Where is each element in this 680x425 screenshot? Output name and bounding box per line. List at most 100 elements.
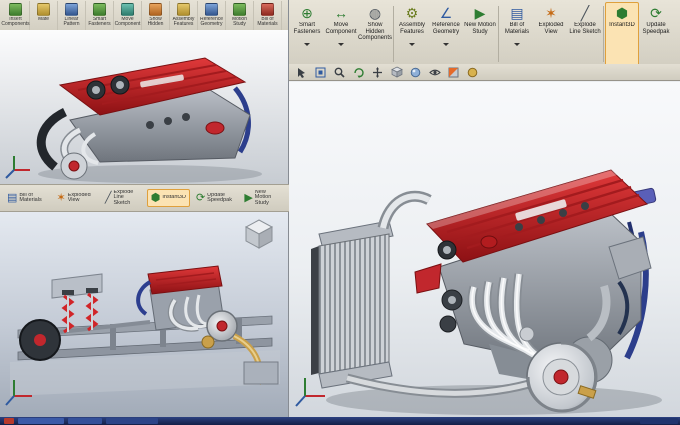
- explode-line-sketch-icon: ╱: [580, 5, 590, 21]
- engine-model-iso-view: [295, 169, 662, 415]
- toolbar-button-mate[interactable]: Mate: [30, 1, 58, 31]
- rotate-view-button[interactable]: [350, 65, 367, 80]
- bill-of-materials-icon: ▤: [510, 5, 524, 21]
- section-icon: [448, 67, 459, 77]
- dropdown-caret-icon: [338, 43, 344, 46]
- toolbar-button-insert-components[interactable]: Insert Components: [1, 1, 30, 31]
- pointer-icon: [298, 67, 305, 78]
- viewport-main[interactable]: [289, 82, 680, 417]
- exploded-view-icon: ✶: [56, 192, 66, 204]
- pan-icon: [373, 66, 382, 78]
- linear-pattern-icon: [65, 3, 78, 16]
- toolbar-separator: [603, 6, 604, 62]
- strip-button-explode-line-sketch[interactable]: ╱ Explode Line Sketch: [101, 187, 145, 210]
- reference-geometry-icon: [205, 3, 218, 16]
- instant3d-icon: ⬢: [615, 5, 629, 21]
- move-component-icon: ↔: [334, 5, 348, 21]
- magnifier-icon: [334, 67, 345, 78]
- view-toolbar: [289, 64, 680, 81]
- engine-model-front-view: [5, 57, 262, 183]
- cm-button-exploded-view[interactable]: ✶ Exploded View: [534, 2, 568, 66]
- view-cube: [244, 219, 274, 249]
- dropdown-caret-icon: [304, 43, 310, 46]
- smart-fasteners-icon: [93, 3, 106, 16]
- toolbar-separator: [393, 6, 394, 62]
- cm-button-smart-fasteners[interactable]: ⊕ Smart Fasteners: [290, 2, 324, 66]
- hide-show-items-button[interactable]: [426, 65, 443, 80]
- cm-button-assembly-features[interactable]: ⚙ Assembly Features: [395, 2, 429, 66]
- dropdown-caret-icon: [514, 43, 520, 46]
- move-component-icon: [121, 3, 134, 16]
- orientation-triad: [5, 156, 30, 179]
- cm-button-show-hidden-components[interactable]: ◍ Show Hidden Components: [358, 2, 392, 66]
- zoom-fit-icon: [315, 67, 326, 77]
- appearance-button[interactable]: [464, 65, 481, 80]
- bill-of-materials-icon: ▤: [7, 192, 18, 204]
- toolbar-button-reference-geometry[interactable]: Reference Geometry: [198, 1, 226, 31]
- toolbar-button-linear-pattern[interactable]: Linear Pattern: [58, 1, 86, 31]
- dropdown-caret-icon: [443, 43, 449, 46]
- show-hidden-icon: [149, 3, 162, 16]
- taskbar-clock: [640, 418, 678, 424]
- bill-of-materials-icon: [261, 3, 274, 16]
- toolbar-top-left: Insert Components Mate Linear Pattern Sm…: [0, 0, 288, 33]
- toolbar-button-bill-of-materials[interactable]: Bill of Materials: [254, 1, 282, 31]
- taskbar-item[interactable]: [68, 418, 102, 424]
- pane-main: ⊕ Smart Fasteners ↔ Move Component ◍ Sho…: [289, 0, 680, 417]
- start-button[interactable]: [4, 418, 14, 424]
- motion-study-icon: [233, 3, 246, 16]
- color-ball-icon: [467, 67, 478, 77]
- pane-bottom-left[interactable]: [0, 212, 289, 417]
- strip-button-exploded-view[interactable]: ✶ Exploded View: [52, 189, 98, 207]
- toolbar-button-motion-study[interactable]: Motion Study: [226, 1, 254, 31]
- cm-button-explode-line-sketch[interactable]: ╱ Explode Line Sketch: [568, 2, 602, 66]
- exploded-view-icon: ✶: [545, 5, 557, 21]
- strip-button-new-motion-study[interactable]: ▶ New Motion Study: [240, 187, 286, 210]
- strip-button-instant3d[interactable]: ⬢ Instant3D: [146, 189, 190, 207]
- chassis-model-side-view: [5, 219, 280, 406]
- toolbar-button-show-hidden[interactable]: Show Hidden: [142, 1, 170, 31]
- select-pointer-button[interactable]: [293, 65, 310, 80]
- display-style-button[interactable]: [407, 65, 424, 80]
- shaded-sphere-icon: [410, 67, 421, 77]
- cm-button-bill-of-materials[interactable]: ▤ Bill of Materials: [500, 2, 534, 66]
- rotate-icon: [354, 67, 364, 78]
- section-view-button[interactable]: [445, 65, 462, 80]
- pan-view-button[interactable]: [369, 65, 386, 80]
- insert-components-icon: [9, 3, 22, 16]
- cm-button-instant3d[interactable]: ⬢ Instant3D: [605, 2, 639, 66]
- cm-button-new-motion-study[interactable]: ▶ New Motion Study: [463, 2, 497, 66]
- pane-top-left: Insert Components Mate Linear Pattern Sm…: [0, 0, 289, 184]
- toolbar-button-smart-fasteners[interactable]: Smart Fasteners: [86, 1, 114, 31]
- reference-geometry-icon: ∠: [439, 5, 453, 21]
- toolbar-separator: [498, 6, 499, 62]
- toolbar-middle-left: ▤ Bill of Materials ✶ Exploded View ╱ Ex…: [0, 184, 289, 212]
- smart-fasteners-icon: ⊕: [301, 5, 313, 21]
- mate-icon: [37, 3, 50, 16]
- cm-button-update-speedpak[interactable]: ⟳ Update Speedpak: [639, 2, 673, 66]
- toolbar-button-assembly-features[interactable]: Assembly Features: [170, 1, 198, 31]
- assembly-features-icon: [177, 3, 190, 16]
- new-motion-study-icon: ▶: [474, 5, 486, 21]
- instant3d-icon: ⬢: [150, 192, 161, 204]
- show-hidden-components-icon: ◍: [368, 5, 382, 21]
- solidworks-collage: Insert Components Mate Linear Pattern Sm…: [0, 0, 680, 425]
- command-manager: ⊕ Smart Fasteners ↔ Move Component ◍ Sho…: [289, 0, 680, 68]
- eye-icon: [428, 69, 441, 75]
- assembly-features-icon: ⚙: [405, 5, 419, 21]
- taskbar[interactable]: [0, 417, 680, 425]
- cm-button-move-component[interactable]: ↔ Move Component: [324, 2, 358, 66]
- viewport-top-left[interactable]: [0, 30, 288, 184]
- dropdown-caret-icon: [409, 43, 415, 46]
- taskbar-item[interactable]: [106, 418, 158, 424]
- toolbar-button-move-component[interactable]: Move Component: [114, 1, 142, 31]
- zoom-area-button[interactable]: [331, 65, 348, 80]
- motion-study-icon: ▶: [244, 192, 253, 204]
- view-orientation-button[interactable]: [388, 65, 405, 80]
- zoom-fit-button[interactable]: [312, 65, 329, 80]
- strip-button-bill-of-materials[interactable]: ▤ Bill of Materials: [3, 189, 50, 207]
- view-cube-icon: [390, 66, 403, 78]
- strip-button-update-speedpak[interactable]: ⟳ Update Speedpak: [192, 189, 238, 207]
- cm-button-reference-geometry[interactable]: ∠ Reference Geometry: [429, 2, 463, 66]
- taskbar-item[interactable]: [18, 418, 64, 424]
